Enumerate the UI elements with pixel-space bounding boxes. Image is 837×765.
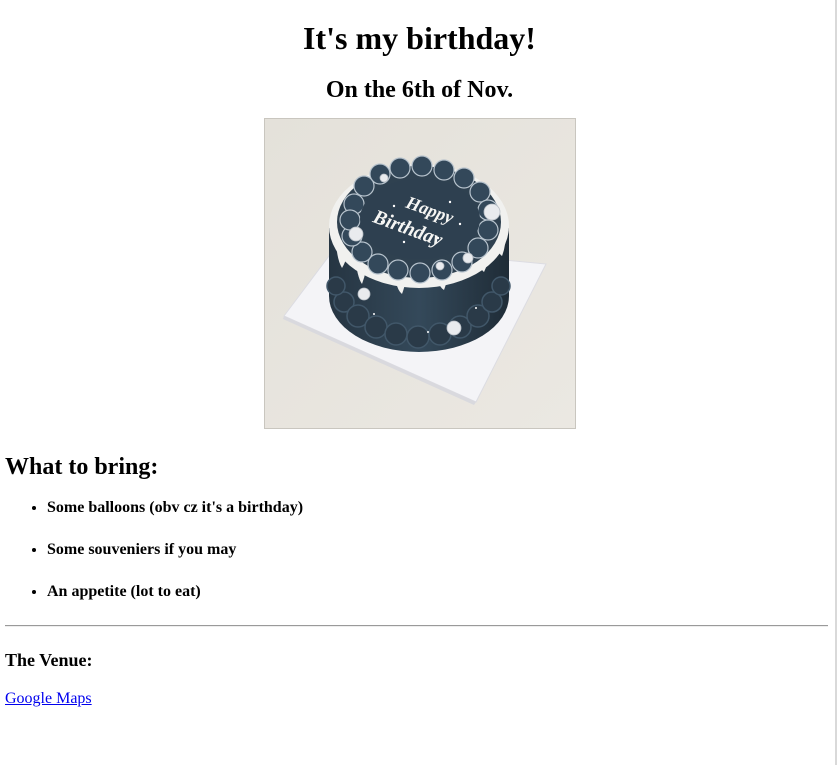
what-to-bring-heading: What to bring: xyxy=(5,454,159,480)
page: It's my birthday! On the 6th of Nov. Hap… xyxy=(5,0,834,765)
list-item: An appetite (lot to eat) xyxy=(47,583,834,601)
date-heading: On the 6th of Nov. xyxy=(325,77,514,103)
bring-list: Some balloons (obv cz it's a birthday) S… xyxy=(5,499,834,601)
cake-image-container: Happy Birthday xyxy=(5,118,834,429)
page-title: It's my birthday! xyxy=(303,20,536,56)
divider xyxy=(5,625,828,627)
venue-heading: The Venue: xyxy=(5,650,93,670)
google-maps-link[interactable]: Google Maps xyxy=(5,690,92,708)
list-item: Some balloons (obv cz it's a birthday) xyxy=(47,499,834,517)
birthday-cake-image: Happy Birthday xyxy=(263,118,576,429)
list-item: Some souveniers if you may xyxy=(47,541,834,559)
